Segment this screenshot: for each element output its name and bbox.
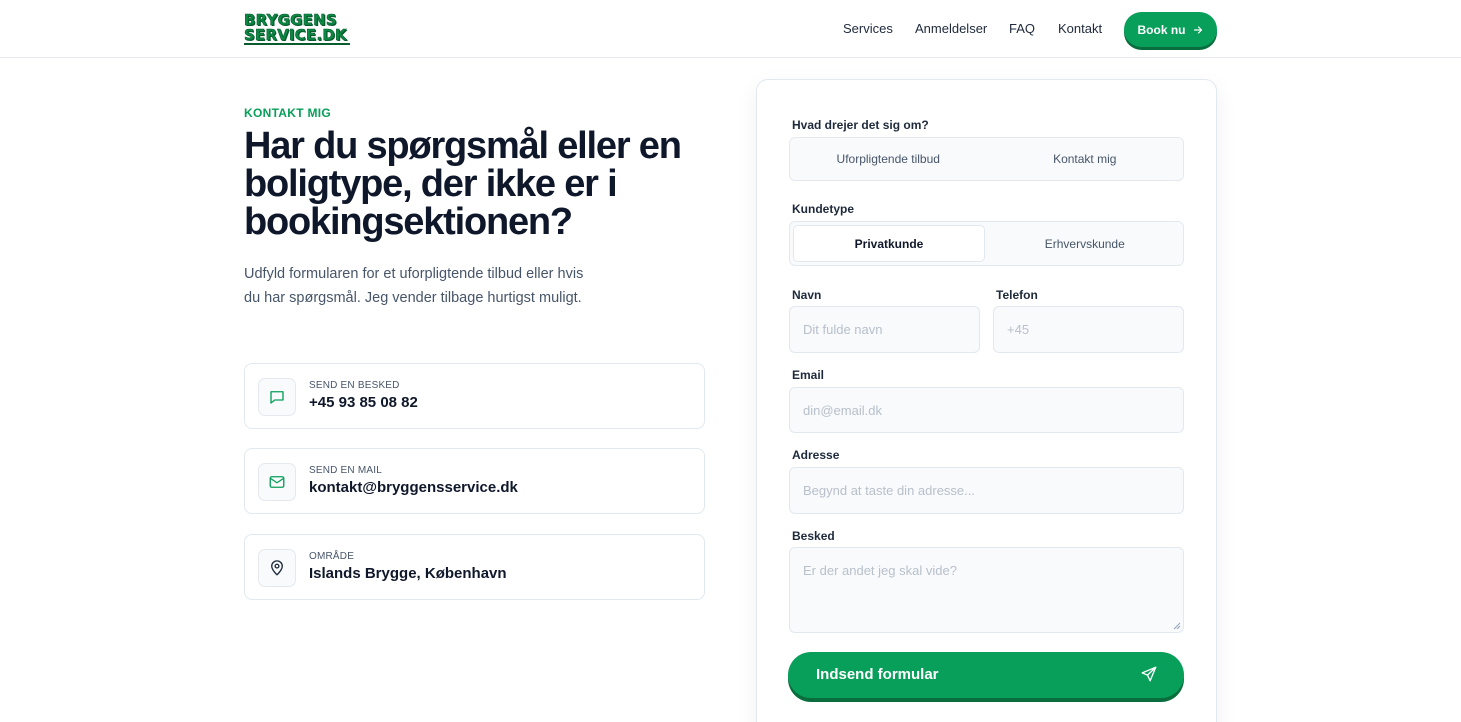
email-placeholder: din@email.dk — [803, 402, 882, 418]
message-placeholder: Er der andet jeg skal vide? — [803, 563, 957, 578]
customer-type-segmented-control: Privatkunde Erhvervskunde — [789, 221, 1184, 266]
topic-label: Hvad drejer det sig om? — [792, 118, 929, 132]
nav-link-faq[interactable]: FAQ — [1009, 21, 1035, 37]
logo-line-2: SERVICE.DK — [244, 27, 350, 45]
nav-link-anmeldelser[interactable]: Anmeldelser — [915, 21, 987, 37]
submit-form-button[interactable]: Indsend formular — [788, 652, 1184, 698]
phone-input[interactable]: +45 — [993, 306, 1184, 353]
section-eyebrow: KONTAKT MIG — [244, 106, 332, 120]
contact-card-label: OMRÅDE — [309, 551, 355, 562]
customer-type-label: Kundetype — [792, 202, 855, 216]
contact-card-phone[interactable]: SEND EN BESKED +45 93 85 08 82 — [244, 363, 705, 429]
send-icon — [1141, 666, 1157, 682]
arrow-right-icon — [1193, 25, 1202, 34]
name-label: Navn — [792, 288, 822, 302]
intro-text: Udfyld formularen for et uforpligtende t… — [244, 266, 584, 306]
topic-option-kontakt[interactable]: Kontakt mig — [987, 138, 1184, 180]
email-input[interactable]: din@email.dk — [789, 387, 1184, 433]
message-label: Besked — [792, 529, 835, 543]
customer-option-privat[interactable]: Privatkunde — [793, 225, 985, 262]
contact-card-value: Islands Brygge, København — [309, 565, 507, 582]
contact-card-label: SEND EN BESKED — [309, 380, 400, 391]
location-pin-icon — [258, 549, 296, 587]
phone-label: Telefon — [996, 288, 1038, 302]
book-now-button[interactable]: Book nu — [1124, 12, 1217, 47]
mail-icon — [258, 463, 296, 501]
nav-link-services[interactable]: Services — [843, 21, 893, 37]
contact-card-area: OMRÅDE Islands Brygge, København — [244, 534, 705, 600]
contact-card-email[interactable]: SEND EN MAIL kontakt@bryggensservice.dk — [244, 448, 705, 514]
page-title: Har du spørgsmål eller en boligtype, der… — [244, 125, 682, 243]
contact-card-value: kontakt@bryggensservice.dk — [309, 479, 518, 496]
nav-link-kontakt[interactable]: Kontakt — [1058, 21, 1102, 37]
submit-label: Indsend formular — [816, 666, 939, 683]
resize-handle-icon[interactable] — [1173, 622, 1181, 630]
email-label: Email — [792, 368, 825, 382]
site-header: BRYGGENS SERVICE.DK Services Anmeldelser… — [0, 0, 1461, 58]
message-icon — [258, 378, 296, 416]
address-placeholder: Begynd at taste din adresse... — [803, 483, 975, 498]
address-input[interactable]: Begynd at taste din adresse... — [789, 467, 1184, 514]
message-textarea[interactable]: Er der andet jeg skal vide? — [789, 547, 1184, 633]
topic-option-tilbud[interactable]: Uforpligtende tilbud — [790, 138, 987, 180]
contact-card-value: +45 93 85 08 82 — [309, 394, 418, 411]
name-input[interactable]: Dit fulde navn — [789, 306, 980, 353]
name-placeholder: Dit fulde navn — [803, 322, 883, 337]
customer-option-erhverv[interactable]: Erhvervskunde — [987, 222, 1184, 265]
logo[interactable]: BRYGGENS SERVICE.DK — [244, 12, 350, 45]
book-now-label: Book nu — [1137, 22, 1186, 37]
contact-card-label: SEND EN MAIL — [309, 465, 382, 476]
address-label: Adresse — [792, 448, 840, 462]
phone-placeholder: +45 — [1007, 322, 1030, 337]
topic-segmented-control: Uforpligtende tilbud Kontakt mig — [789, 137, 1184, 181]
